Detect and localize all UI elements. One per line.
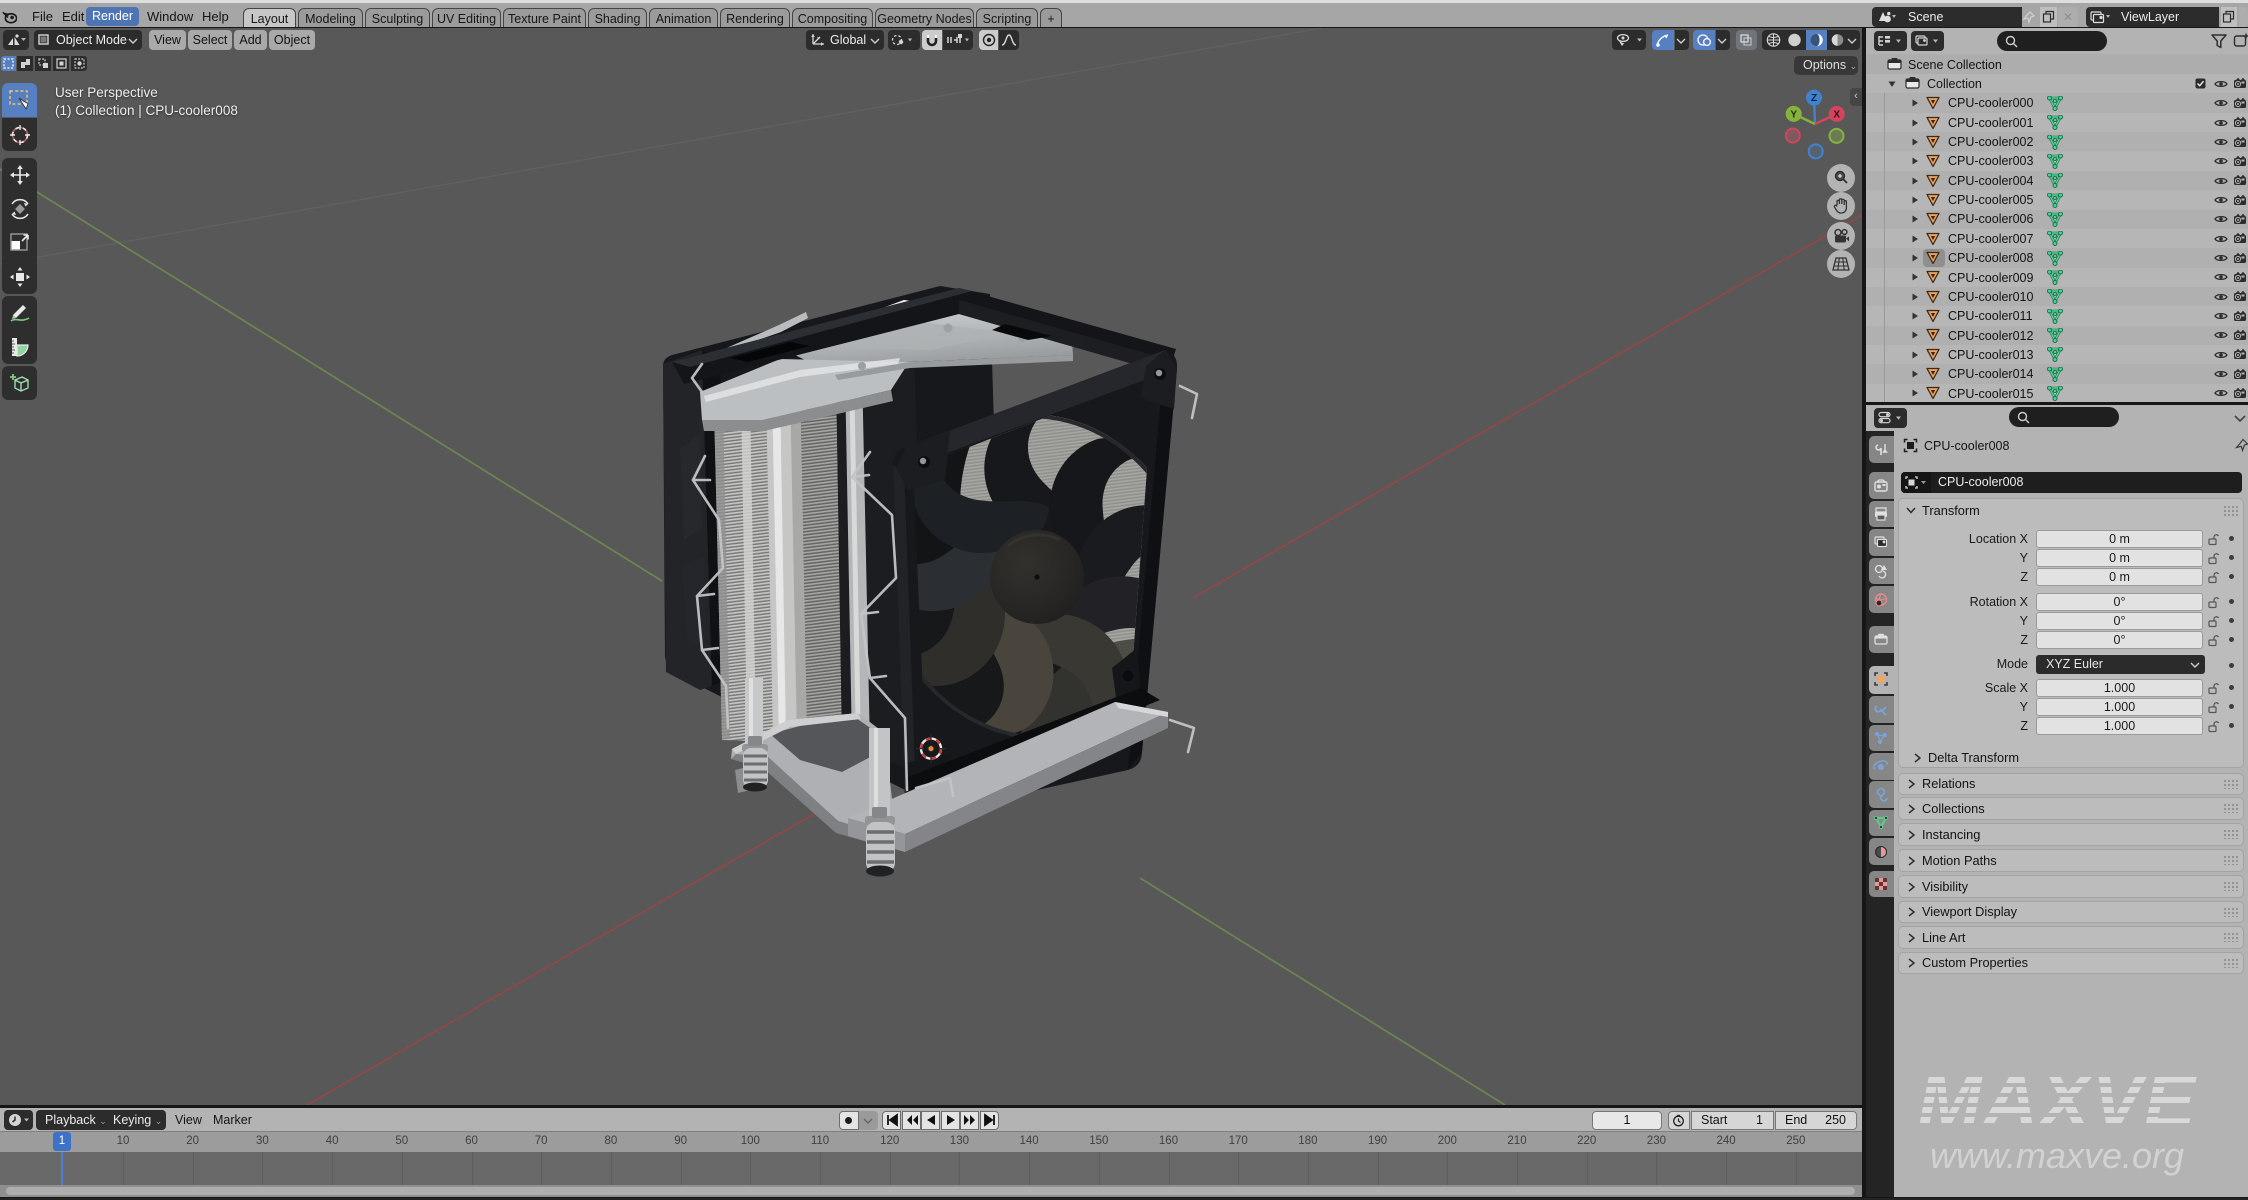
svg-text:X: X	[1833, 110, 1840, 121]
svg-text:Y: Y	[1790, 110, 1797, 121]
svg-text:Z: Z	[1811, 93, 1817, 104]
